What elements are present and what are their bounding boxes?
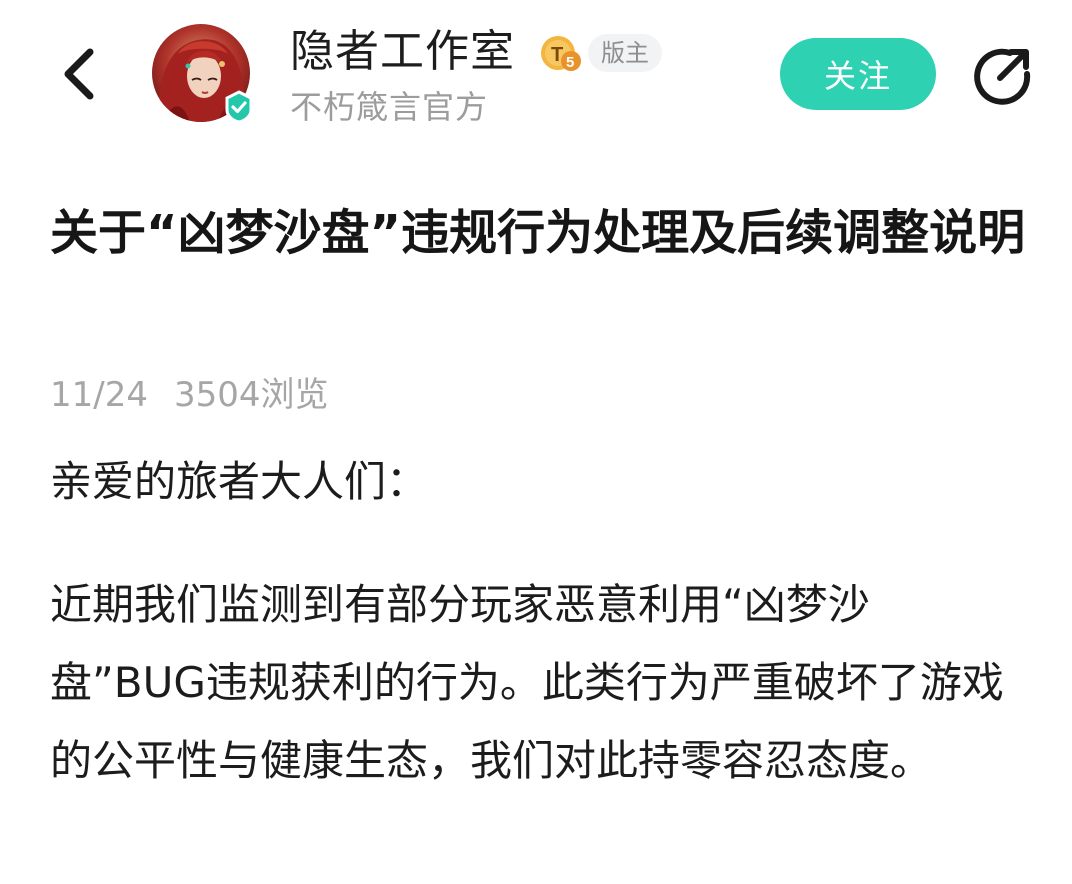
author-name[interactable]: 隐者工作室 [290, 22, 515, 82]
post-view-count: 3504浏览 [173, 375, 329, 415]
post-paragraph: 近期我们监测到有部分玩家恶意利用“凶梦沙盘”BUG违规获利的行为。此类行为严重破… [50, 580, 1004, 785]
verified-check-icon [225, 90, 253, 124]
author-avatar[interactable] [152, 24, 256, 128]
follow-button[interactable]: 关注 [780, 38, 936, 110]
post-header: 隐者工作室 T 5 T5 版主 不朽箴言官方 关注 [0, 0, 1072, 150]
post-title: 关于“凶梦沙盘”违规行为处理及后续调整说明 [50, 205, 1026, 261]
post-greeting: 亲爱的旅者大人们： [50, 457, 429, 506]
share-icon [974, 48, 1031, 105]
post-meta: 11/24 3504浏览 [50, 370, 329, 420]
chevron-left-icon [64, 48, 94, 100]
level-badge-icon: T 5 [541, 36, 581, 71]
moderator-badge: 版主 [588, 34, 662, 72]
post-date: 11/24 [50, 375, 148, 415]
svg-text:5: 5 [566, 54, 574, 71]
back-button[interactable] [48, 36, 108, 112]
author-subtitle: 不朽箴言官方 [290, 88, 489, 126]
share-button[interactable] [966, 40, 1038, 112]
